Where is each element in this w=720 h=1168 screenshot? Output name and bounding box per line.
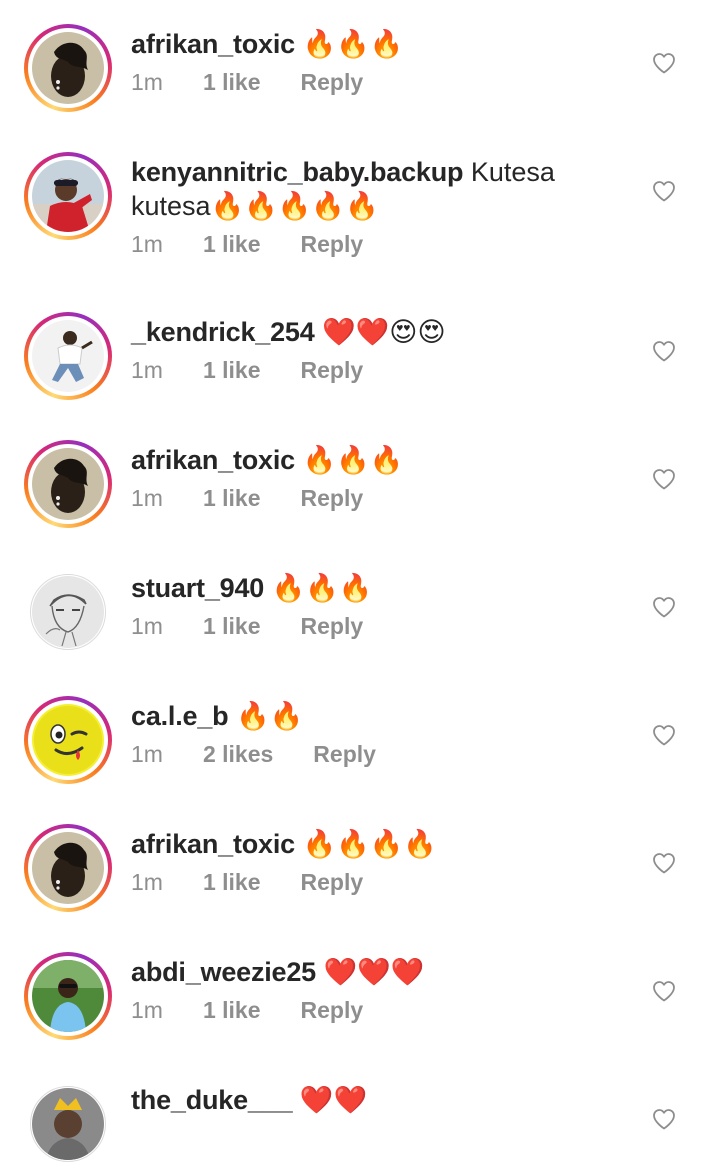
- avatar: [32, 32, 104, 104]
- avatar-story-ring[interactable]: [24, 24, 112, 112]
- username-link[interactable]: kenyannitric_baby.backup: [131, 157, 464, 187]
- comment-text-line: abdi_weezie25 ❤️❤️❤️: [131, 955, 571, 989]
- likes-count-link[interactable]: 1 like: [203, 485, 261, 512]
- likes-count-link[interactable]: 1 like: [203, 869, 261, 896]
- comment-text-line: afrikan_toxic 🔥🔥🔥: [131, 443, 571, 477]
- comment-time: 1m: [131, 997, 163, 1023]
- reply-button[interactable]: Reply: [301, 357, 364, 384]
- username-link[interactable]: afrikan_toxic: [131, 29, 295, 59]
- username-link[interactable]: abdi_weezie25: [131, 957, 316, 987]
- likes-count-link[interactable]: 1 like: [203, 613, 261, 640]
- comment-time: 1m: [131, 231, 163, 257]
- comment-time: 1m: [131, 741, 163, 767]
- avatar-story-ring[interactable]: [24, 824, 112, 912]
- comment-meta: 1m 1 like Reply: [131, 357, 571, 384]
- comment-meta: 1m 2 likes Reply: [131, 741, 571, 768]
- comment-text-line: afrikan_toxic 🔥🔥🔥: [131, 27, 571, 61]
- comment-meta: 1m 1 like Reply: [131, 613, 571, 640]
- comment-meta: 1m 1 like Reply: [131, 997, 571, 1024]
- avatar: [32, 160, 104, 232]
- heart-outline-icon[interactable]: [652, 468, 676, 490]
- comment-text: 🔥🔥: [235, 701, 304, 731]
- reply-button[interactable]: Reply: [301, 231, 364, 258]
- avatar[interactable]: [24, 568, 112, 656]
- reply-button[interactable]: Reply: [301, 613, 364, 640]
- comment-meta: 1m 1 like Reply: [131, 69, 571, 96]
- heart-outline-icon[interactable]: [652, 724, 676, 746]
- username-link[interactable]: _kendrick_254: [131, 317, 315, 347]
- heart-outline-icon[interactable]: [652, 980, 676, 1002]
- likes-count-link[interactable]: 1 like: [203, 357, 261, 384]
- comment-text: ❤️❤️: [299, 1085, 368, 1115]
- avatar: [32, 320, 104, 392]
- comment-text: 🔥🔥🔥🔥: [302, 829, 437, 859]
- heart-outline-icon[interactable]: [652, 1108, 676, 1130]
- username-link[interactable]: stuart_940: [131, 573, 264, 603]
- avatar-story-ring[interactable]: [24, 312, 112, 400]
- avatar-story-ring[interactable]: [24, 696, 112, 784]
- likes-count-link[interactable]: 1 like: [203, 69, 261, 96]
- comment-text-line: the_duke___ ❤️❤️: [131, 1083, 571, 1117]
- reply-button[interactable]: Reply: [301, 869, 364, 896]
- comment-time: 1m: [131, 357, 163, 383]
- avatar-story-ring[interactable]: [24, 952, 112, 1040]
- username-link[interactable]: ca.l.e_b: [131, 701, 229, 731]
- likes-count-link[interactable]: 2 likes: [203, 741, 273, 768]
- comment-text-line: stuart_940 🔥🔥🔥: [131, 571, 571, 605]
- comment-time: 1m: [131, 613, 163, 639]
- heart-outline-icon[interactable]: [652, 340, 676, 362]
- comment-text-line: ca.l.e_b 🔥🔥: [131, 699, 571, 733]
- reply-button[interactable]: Reply: [301, 485, 364, 512]
- heart-outline-icon[interactable]: [652, 180, 676, 202]
- likes-count-link[interactable]: 1 like: [203, 231, 261, 258]
- comment-time: 1m: [131, 69, 163, 95]
- heart-outline-icon[interactable]: [652, 52, 676, 74]
- comment-time: 1m: [131, 485, 163, 511]
- heart-outline-icon[interactable]: [652, 596, 676, 618]
- comment-meta: 1m 1 like Reply: [131, 485, 571, 512]
- avatar: [32, 448, 104, 520]
- username-link[interactable]: afrikan_toxic: [131, 829, 295, 859]
- comment-meta: 1m 1 like Reply: [131, 231, 571, 258]
- reply-button[interactable]: Reply: [301, 997, 364, 1024]
- reply-button[interactable]: Reply: [301, 69, 364, 96]
- comment-text: ❤️❤️😍😍: [322, 317, 446, 347]
- comment-meta: 1m 1 like Reply: [131, 869, 571, 896]
- comment-text-line: kenyannitric_baby.backup Kutesa kutesa🔥🔥…: [131, 155, 571, 223]
- comment-text: 🔥🔥🔥: [302, 445, 404, 475]
- comment-text-line: afrikan_toxic 🔥🔥🔥🔥: [131, 827, 571, 861]
- avatar-image: [32, 576, 104, 648]
- username-link[interactable]: the_duke___: [131, 1085, 293, 1115]
- avatar: [32, 832, 104, 904]
- heart-outline-icon[interactable]: [652, 852, 676, 874]
- avatar: [32, 960, 104, 1032]
- avatar-story-ring[interactable]: [24, 152, 112, 240]
- comment-text: 🔥🔥🔥: [302, 29, 404, 59]
- reply-button[interactable]: Reply: [313, 741, 376, 768]
- comment-text: 🔥🔥🔥: [271, 573, 373, 603]
- comment-text: ❤️❤️❤️: [323, 957, 425, 987]
- avatar-story-ring[interactable]: [24, 440, 112, 528]
- avatar-image: [32, 1088, 104, 1160]
- likes-count-link[interactable]: 1 like: [203, 997, 261, 1024]
- avatar[interactable]: [24, 1080, 112, 1168]
- comment-text-line: _kendrick_254 ❤️❤️😍😍: [131, 315, 571, 349]
- avatar: [32, 704, 104, 776]
- comment-time: 1m: [131, 869, 163, 895]
- username-link[interactable]: afrikan_toxic: [131, 445, 295, 475]
